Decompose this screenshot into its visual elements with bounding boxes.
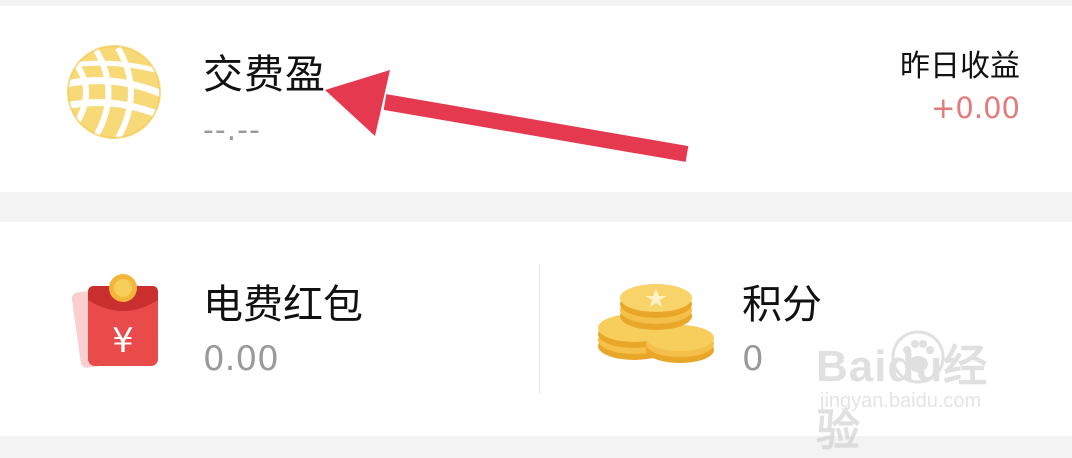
globe-logo-icon [67, 45, 161, 139]
annotation-arrow-icon [325, 70, 689, 162]
svg-text:¥: ¥ [112, 321, 134, 361]
product-value: --.-- [203, 113, 261, 148]
paw-logo-icon [891, 330, 945, 384]
electric-red-packet-value: 0.00 [203, 339, 279, 379]
electric-red-packet-title[interactable]: 电费红包 [203, 272, 363, 330]
red-packet-icon: ¥ [72, 274, 158, 368]
watermark-sub-text: jingyan.baidu.com [820, 390, 982, 412]
gold-coins-icon [598, 284, 714, 363]
points-title[interactable]: 积分 [742, 272, 822, 330]
product-title: 交费盈 [203, 52, 326, 98]
yesterday-earnings-label: 昨日收益 [900, 49, 1020, 84]
yesterday-earnings-value: +0.00 [931, 91, 1020, 125]
column-divider [539, 264, 540, 394]
points-value: 0 [742, 339, 764, 379]
baidu-watermark: Baidu经验 jingyan.baidu.com [808, 330, 1028, 455]
